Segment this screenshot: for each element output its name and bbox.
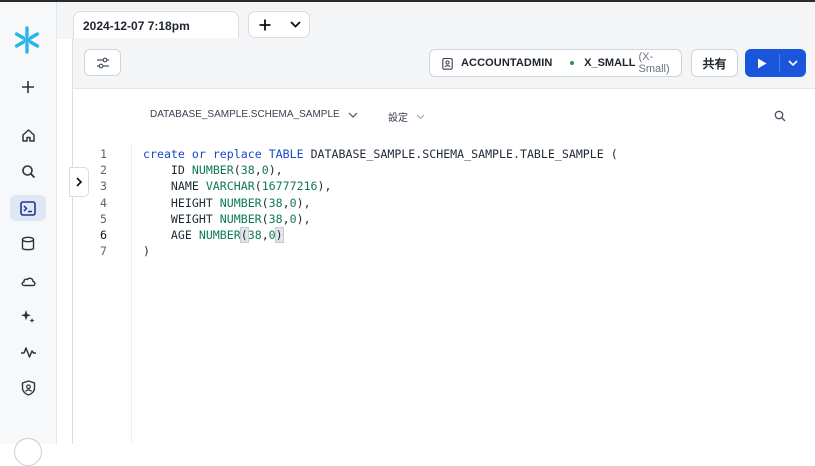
code-token: DATABASE_SAMPLE.SCHEMA_SAMPLE.TABLE_SAMP… xyxy=(303,147,618,161)
code-token: , xyxy=(254,163,262,178)
database-schema-selector[interactable]: DATABASE_SAMPLE.SCHEMA_SAMPLE xyxy=(150,109,358,120)
code-token: VARCHAR xyxy=(205,179,255,194)
code-token: 38 xyxy=(247,227,262,242)
code-token: 38 xyxy=(240,163,255,178)
role-badge-icon xyxy=(442,57,453,70)
left-navigation-rail xyxy=(0,2,57,466)
code-token: ( xyxy=(239,226,249,243)
code-token: WEIGHT xyxy=(143,211,220,226)
code-text: ID NUMBER(38,0), xyxy=(143,162,283,178)
share-button[interactable]: 共有 xyxy=(691,49,738,77)
code-token: or xyxy=(191,147,206,161)
search-icon[interactable] xyxy=(774,109,786,127)
code-text: create or replace TABLE DATABASE_SAMPLE.… xyxy=(143,146,618,162)
code-token: , xyxy=(282,195,290,210)
code-token: 38 xyxy=(268,211,283,226)
code-token: ID xyxy=(143,163,192,178)
code-text: HEIGHT NUMBER(38,0), xyxy=(143,195,311,211)
code-token: ), xyxy=(296,195,311,210)
activity-icon[interactable] xyxy=(10,339,46,365)
warehouse-size: (X-Small) xyxy=(638,51,670,75)
code-token: ), xyxy=(268,163,283,178)
code-text: AGE NUMBER(38,0) xyxy=(143,226,284,243)
worksheet-tab-bar: 2024-12-07 7:18pm xyxy=(57,2,815,39)
code-token: NUMBER xyxy=(198,227,241,242)
code-token: ( xyxy=(254,179,262,194)
code-token: TABLE xyxy=(268,147,304,161)
worksheets-icon[interactable] xyxy=(10,195,46,221)
settings-label: 設定 xyxy=(388,113,408,124)
ai-sparkle-icon[interactable] xyxy=(10,303,46,329)
code-text: WEIGHT NUMBER(38,0), xyxy=(143,211,311,227)
plus-icon[interactable] xyxy=(249,19,281,31)
line-number: 3 xyxy=(100,179,107,194)
new-worksheet-button[interactable] xyxy=(248,11,310,38)
filter-settings-button[interactable] xyxy=(84,49,121,76)
code-token: 38 xyxy=(268,195,283,210)
code-token: create xyxy=(143,147,185,161)
code-token: NUMBER xyxy=(219,211,262,226)
code-token: HEIGHT xyxy=(143,195,220,210)
admin-shield-icon[interactable] xyxy=(10,375,46,401)
warehouse-status-dot xyxy=(570,61,575,65)
editor-gutter-divider xyxy=(131,144,132,444)
role-name: ACCOUNTADMIN xyxy=(461,57,553,69)
line-number: 1 xyxy=(100,147,107,161)
chevron-down-icon[interactable] xyxy=(281,21,309,28)
code-token: ), xyxy=(317,179,332,194)
chevron-down-icon xyxy=(348,112,358,118)
worksheet-tab[interactable]: 2024-12-07 7:18pm xyxy=(73,11,239,39)
play-icon[interactable] xyxy=(745,58,779,69)
code-text: ) xyxy=(143,243,150,259)
code-token: , xyxy=(261,227,269,242)
code-token: 0 xyxy=(289,211,297,226)
user-avatar[interactable] xyxy=(14,438,42,466)
code-token: ) xyxy=(274,226,284,243)
code-token: , xyxy=(282,211,290,226)
code-token: NUMBER xyxy=(219,195,262,210)
code-token: AGE xyxy=(143,227,199,242)
line-number: 6 xyxy=(100,227,107,242)
code-token: 0 xyxy=(261,163,269,178)
search-icon[interactable] xyxy=(10,158,46,184)
line-number: 5 xyxy=(100,211,107,226)
line-number: 4 xyxy=(100,195,107,210)
code-token: NAME xyxy=(143,179,206,194)
line-number: 7 xyxy=(100,244,107,259)
code-token: 0 xyxy=(289,195,297,210)
code-token: 16777216 xyxy=(261,179,318,194)
code-token: ( xyxy=(261,195,269,210)
chevron-down-icon xyxy=(416,114,425,119)
code-token: ) xyxy=(143,244,150,259)
database-schema-label: DATABASE_SAMPLE.SCHEMA_SAMPLE xyxy=(150,109,340,120)
settings-dropdown[interactable]: 設定 xyxy=(388,109,425,124)
database-icon[interactable] xyxy=(10,231,46,257)
run-options-chevron-icon[interactable] xyxy=(780,60,806,66)
role-warehouse-selector[interactable]: ACCOUNTADMIN X_SMALL (X-Small) xyxy=(429,49,682,77)
editor-area: DATABASE_SAMPLE.SCHEMA_SAMPLE 設定 1 create… xyxy=(69,89,815,444)
code-token: ( xyxy=(233,163,241,178)
run-button[interactable] xyxy=(745,49,806,77)
cloud-icon[interactable] xyxy=(10,267,46,293)
home-icon[interactable] xyxy=(10,122,46,148)
code-token: ), xyxy=(296,211,311,226)
sliders-icon xyxy=(96,57,109,68)
worksheet-toolbar: ACCOUNTADMIN X_SMALL (X-Small) 共有 xyxy=(72,38,815,89)
code-text: NAME VARCHAR(16777216), xyxy=(143,178,332,194)
warehouse-name: X_SMALL xyxy=(584,57,636,69)
code-token: ( xyxy=(261,211,269,226)
worksheet-tab-label: 2024-12-07 7:18pm xyxy=(83,18,190,33)
snowflake-logo-icon[interactable] xyxy=(11,24,43,56)
code-token: 0 xyxy=(268,227,276,242)
code-token: replace xyxy=(212,147,262,161)
add-icon[interactable] xyxy=(10,74,46,100)
code-token: NUMBER xyxy=(191,163,234,178)
line-number: 2 xyxy=(100,163,107,178)
